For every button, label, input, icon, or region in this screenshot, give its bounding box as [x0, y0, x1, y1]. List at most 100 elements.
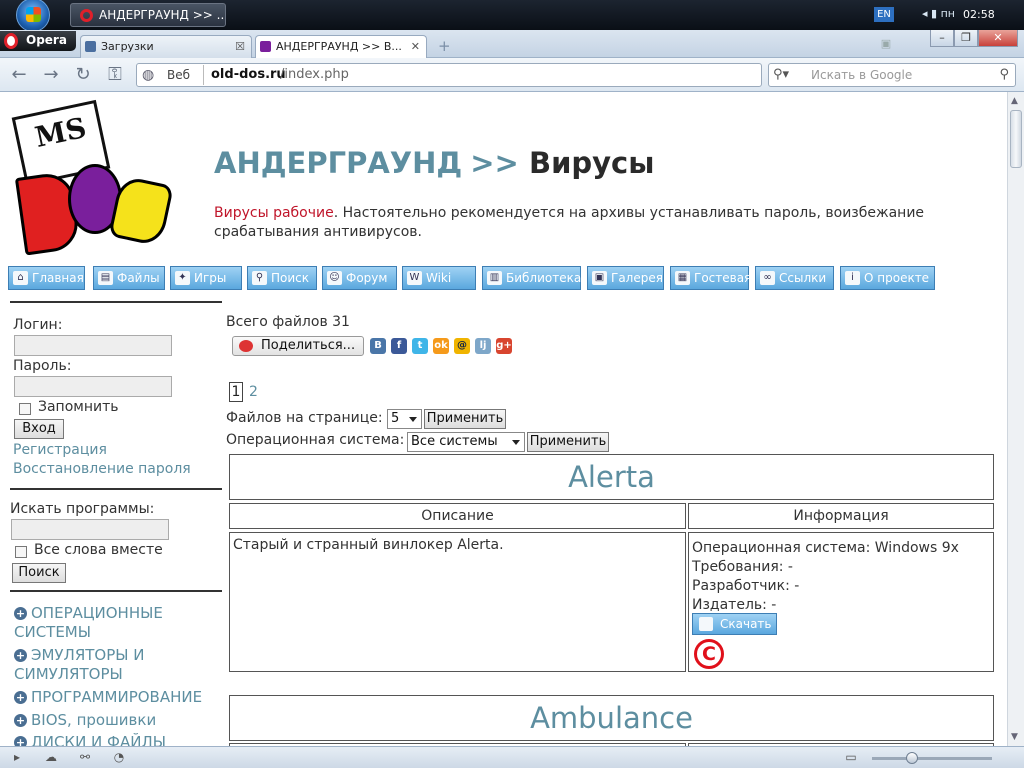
- browser-status-bar: ▸ ☁ ⚯ ◔ ▭: [0, 746, 1024, 768]
- odnoklassniki-icon[interactable]: ok: [433, 338, 449, 354]
- cloud-icon[interactable]: ☁: [44, 751, 58, 764]
- scroll-down-icon[interactable]: ▼: [1011, 732, 1018, 742]
- speed-icon[interactable]: ◔: [112, 751, 126, 764]
- os-filter-select[interactable]: Все системы: [407, 432, 525, 452]
- facebook-icon[interactable]: f: [391, 338, 407, 354]
- new-tab-icon[interactable]: +: [438, 37, 451, 55]
- taskbar-opera-task[interactable]: АНДЕРГРАУНД >> ...: [70, 3, 226, 27]
- column-header-description: Описание: [229, 503, 686, 529]
- opera-menu-button[interactable]: Opera: [0, 31, 76, 51]
- taskbar-task-label: АНДЕРГРАУНД >> ...: [99, 8, 226, 22]
- vk-icon[interactable]: В: [370, 338, 386, 354]
- close-tab-icon[interactable]: ☒: [235, 36, 245, 57]
- restore-password-link[interactable]: Восстановление пароля: [13, 461, 191, 477]
- page-scrollbar[interactable]: ▲ ▼: [1007, 92, 1024, 746]
- program-title[interactable]: Alerta: [229, 454, 994, 500]
- password-field[interactable]: [14, 376, 172, 397]
- category-disks[interactable]: + ДИСКИ И ФАЙЛЫ: [14, 733, 226, 746]
- language-indicator[interactable]: EN: [874, 7, 894, 22]
- page-link[interactable]: 2: [249, 384, 258, 400]
- download-button[interactable]: Скачать: [692, 613, 777, 635]
- menu-item-wiki[interactable]: W Wiki: [402, 266, 476, 290]
- panel-toggle-icon[interactable]: ▸: [10, 751, 24, 764]
- start-button[interactable]: [16, 0, 50, 32]
- program-search-button[interactable]: Поиск: [12, 563, 66, 583]
- program-title[interactable]: Ambulance: [229, 695, 994, 741]
- maximize-button[interactable]: ❐: [954, 30, 978, 47]
- zoom-slider-knob[interactable]: [906, 752, 918, 764]
- opera-menu-label: Opera: [26, 33, 67, 47]
- category-label: ДИСКИ И ФАЙЛЫ: [31, 733, 166, 746]
- tab-active-page[interactable]: АНДЕРГРАУНД >> В... ✕: [255, 35, 427, 58]
- forward-icon[interactable]: →: [40, 64, 62, 86]
- register-link[interactable]: Регистрация: [13, 442, 107, 458]
- address-host: old-dos.ru: [211, 67, 286, 82]
- title-section-link[interactable]: АНДЕРГРАУНД: [214, 146, 462, 180]
- password-label: Пароль:: [13, 358, 72, 374]
- search-placeholder: Искать в Google: [811, 68, 913, 82]
- minimize-button[interactable]: –: [930, 30, 954, 47]
- opera-logo-icon: [4, 33, 18, 49]
- menu-item-games[interactable]: ✦ Игры: [170, 266, 242, 290]
- twitter-icon[interactable]: t: [412, 338, 428, 354]
- reload-icon[interactable]: ↻: [72, 64, 94, 86]
- dropdown-arrow-icon: [512, 440, 520, 445]
- category-label: ОПЕРАЦИОННЫЕ СИСТЕМЫ: [14, 604, 163, 641]
- close-tab-icon[interactable]: ✕: [411, 36, 420, 57]
- view-icon[interactable]: ▭: [844, 751, 858, 764]
- scroll-up-icon[interactable]: ▲: [1011, 96, 1018, 106]
- category-os[interactable]: + ОПЕРАЦИОННЫЕ СИСТЕМЫ: [14, 604, 226, 642]
- copyright-icon: C: [694, 639, 724, 669]
- opera-icon: [80, 9, 93, 22]
- login-button[interactable]: Вход: [14, 419, 64, 439]
- close-window-button[interactable]: ✕: [978, 30, 1018, 47]
- info-cell: Операционная система: Windows 9x Требова…: [688, 532, 994, 672]
- menu-item-library[interactable]: ▥ Библиотека: [482, 266, 581, 290]
- search-go-icon[interactable]: ⚲: [999, 67, 1009, 82]
- menu-item-guestbook[interactable]: ▦ Гостевая: [670, 266, 751, 290]
- zoom-slider[interactable]: [872, 752, 992, 764]
- home-icon: ⌂: [13, 271, 28, 285]
- page-current: 1: [229, 382, 243, 402]
- key-icon[interactable]: ⚿: [104, 64, 126, 86]
- expand-plus-icon: +: [14, 649, 27, 662]
- menu-item-search[interactable]: ⚲ Поиск: [247, 266, 317, 290]
- tray-icons[interactable]: ◂ ▮ пн: [922, 7, 955, 20]
- googleplus-icon[interactable]: g+: [496, 338, 512, 354]
- os-filter-apply-button[interactable]: Применить: [527, 432, 609, 452]
- download-icon: [699, 617, 713, 631]
- program-search-input[interactable]: [11, 519, 169, 540]
- menu-item-files[interactable]: ▤ Файлы: [93, 266, 165, 290]
- back-icon[interactable]: ←: [8, 64, 30, 86]
- msdos-favicon-icon: [260, 41, 271, 52]
- menu-item-about[interactable]: i О проекте: [840, 266, 935, 290]
- search-field[interactable]: ⚲▾ Искать в Google ⚲: [768, 63, 1016, 87]
- all-words-checkbox[interactable]: [15, 546, 27, 558]
- search-engine-icon[interactable]: ⚲▾: [773, 67, 789, 82]
- remember-checkbox[interactable]: [19, 403, 31, 415]
- address-path: /index.php: [280, 67, 349, 82]
- menu-item-links[interactable]: ∞ Ссылки: [755, 266, 834, 290]
- trash-icon[interactable]: ▣: [876, 36, 896, 53]
- login-field[interactable]: [14, 335, 172, 356]
- scroll-thumb[interactable]: [1010, 110, 1022, 168]
- address-field[interactable]: ◍ Веб old-dos.ru /index.php: [136, 63, 762, 87]
- category-emulators[interactable]: + ЭМУЛЯТОРЫ И СИМУЛЯТОРЫ: [14, 646, 226, 684]
- livejournal-icon[interactable]: lj: [475, 338, 491, 354]
- menu-item-home[interactable]: ⌂ Главная: [8, 266, 85, 290]
- login-label: Логин:: [13, 317, 63, 333]
- category-programming[interactable]: + ПРОГРАММИРОВАНИЕ: [14, 688, 226, 707]
- share-button[interactable]: Поделиться...: [232, 336, 364, 356]
- info-requirements: Требования: -: [692, 559, 793, 575]
- mailru-icon[interactable]: @: [454, 338, 470, 354]
- menu-item-gallery[interactable]: ▣ Галерея: [587, 266, 664, 290]
- per-page-select[interactable]: 5: [387, 409, 422, 429]
- category-bios[interactable]: + BIOS, прошивки: [14, 711, 226, 730]
- tab-downloads[interactable]: Загрузки ☒: [80, 35, 252, 58]
- page-title: АНДЕРГРАУНД >> Вирусы: [214, 146, 654, 180]
- clock[interactable]: 02:58: [963, 8, 995, 21]
- per-page-apply-button[interactable]: Применить: [424, 409, 506, 429]
- menu-item-forum[interactable]: ☺ Форум: [322, 266, 397, 290]
- network-icon[interactable]: ⚯: [78, 751, 92, 764]
- info-developer: Разработчик: -: [692, 578, 800, 594]
